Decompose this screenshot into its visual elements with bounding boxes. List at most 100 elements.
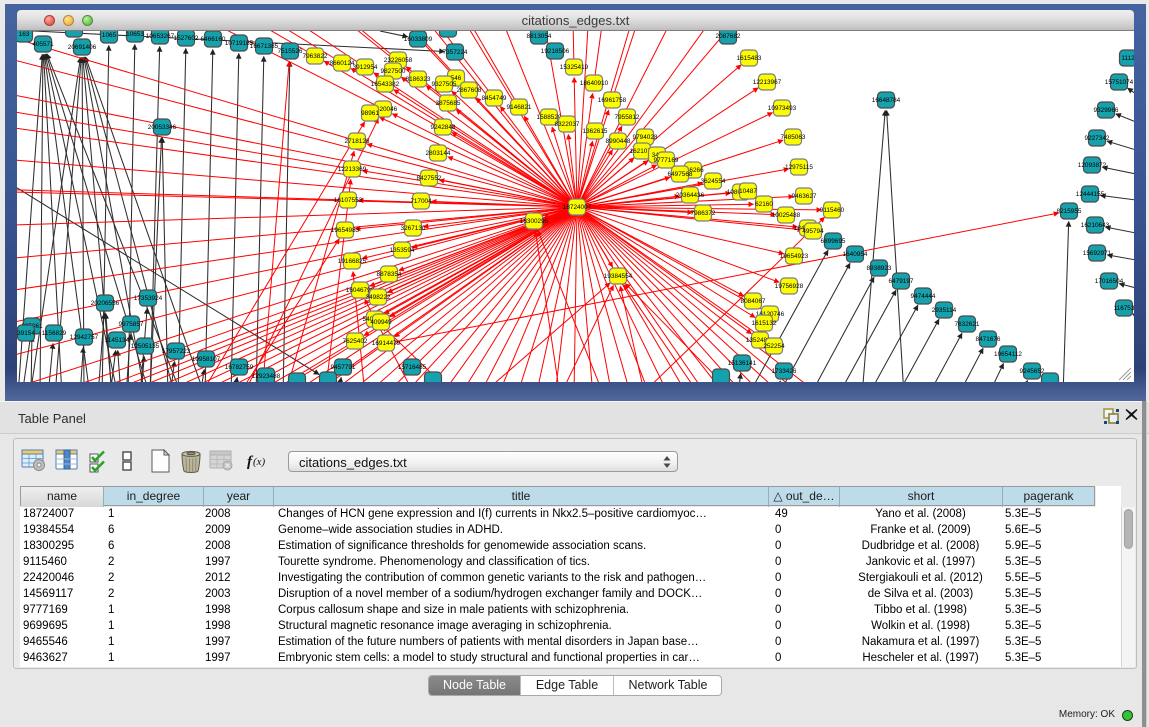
svg-text:20364436: 20364436 xyxy=(676,192,705,199)
svg-text:12505135: 12505135 xyxy=(131,343,160,350)
svg-text:3624554: 3624554 xyxy=(701,178,726,185)
svg-text:18300295: 18300295 xyxy=(520,218,549,225)
svg-text:6479197: 6479197 xyxy=(889,278,914,285)
svg-text:9115460: 9115460 xyxy=(820,207,845,214)
svg-text:9474444: 9474444 xyxy=(911,293,936,300)
svg-text:19218506: 19218506 xyxy=(541,48,570,55)
svg-text:12975115: 12975115 xyxy=(785,164,813,171)
svg-text:7955812: 7955812 xyxy=(615,114,640,121)
svg-text:15692971: 15692971 xyxy=(1083,250,1112,257)
svg-text:9794028: 9794028 xyxy=(633,134,658,141)
svg-text:12923488: 12923488 xyxy=(252,373,281,380)
svg-text:163: 163 xyxy=(443,31,454,33)
svg-text:1156829: 1156829 xyxy=(42,330,67,337)
svg-text:39154: 39154 xyxy=(17,330,35,337)
svg-text:8471676: 8471676 xyxy=(976,336,1001,343)
svg-text:17353924: 17353924 xyxy=(134,295,163,302)
svg-text:8322037: 8322037 xyxy=(555,121,580,128)
svg-text:16648784: 16648784 xyxy=(872,97,901,104)
svg-text:16210643: 16210643 xyxy=(1081,222,1110,229)
svg-text:7485063: 7485063 xyxy=(781,134,806,141)
svg-text:2935114: 2935114 xyxy=(932,307,957,314)
svg-text:9457791: 9457791 xyxy=(331,364,356,371)
svg-text:7632621: 7632621 xyxy=(955,321,980,328)
svg-text:8186323: 8186323 xyxy=(406,76,431,83)
svg-text:717004: 717004 xyxy=(410,198,432,205)
svg-text:8427552: 8427552 xyxy=(417,175,442,182)
svg-text:15325419: 15325419 xyxy=(560,64,589,71)
svg-text:19756928: 19756928 xyxy=(775,283,804,290)
svg-text:1362615: 1362615 xyxy=(583,128,608,135)
svg-text:10653267: 10653267 xyxy=(146,33,175,40)
svg-text:18640910: 18640910 xyxy=(580,80,609,87)
svg-text:8454749: 8454749 xyxy=(482,95,507,102)
svg-text:16033809: 16033809 xyxy=(404,36,433,43)
svg-text:163: 163 xyxy=(19,31,30,38)
svg-text:12942757: 12942757 xyxy=(70,334,99,341)
svg-text:8660124: 8660124 xyxy=(330,60,355,67)
svg-text:17016504: 17016504 xyxy=(1095,278,1124,285)
svg-text:2087682: 2087682 xyxy=(716,33,741,40)
svg-text:2867608: 2867608 xyxy=(457,87,482,94)
svg-text:16914479: 16914479 xyxy=(372,340,401,347)
svg-text:1112: 1112 xyxy=(1121,55,1134,62)
svg-text:98961: 98961 xyxy=(361,110,379,117)
svg-text:12093872: 12093872 xyxy=(1078,162,1107,169)
svg-text:7625402: 7625402 xyxy=(343,338,368,345)
svg-text:12213967: 12213967 xyxy=(753,79,782,86)
svg-text:16961758: 16961758 xyxy=(598,97,627,104)
svg-text:8990448: 8990448 xyxy=(606,138,631,145)
svg-text:8215955: 8215955 xyxy=(1057,208,1082,215)
svg-text:9329966: 9329966 xyxy=(1094,107,1119,114)
svg-text:10487: 10487 xyxy=(739,188,757,195)
svg-text:10958107: 10958107 xyxy=(192,356,221,363)
svg-text:9242848: 9242848 xyxy=(431,124,456,131)
svg-text:16782759: 16782759 xyxy=(225,364,254,371)
svg-text:16543382: 16543382 xyxy=(371,81,400,88)
svg-text:9227342: 9227342 xyxy=(1085,135,1110,142)
svg-text:15716485: 15716485 xyxy=(398,364,427,371)
svg-text:16671385: 16671385 xyxy=(250,43,279,50)
svg-text:7986372: 7986372 xyxy=(691,210,716,217)
svg-text:116753: 116753 xyxy=(1114,305,1134,312)
svg-text:8878354: 8878354 xyxy=(377,271,402,278)
svg-text:9975857: 9975857 xyxy=(119,321,144,328)
svg-text:20691406: 20691406 xyxy=(68,44,97,51)
svg-text:2803144: 2803144 xyxy=(426,150,451,157)
svg-text:(x): (x) xyxy=(253,456,266,468)
svg-text:1615483: 1615483 xyxy=(737,55,762,62)
svg-text:6497568: 6497568 xyxy=(668,171,693,178)
svg-text:9463627: 9463627 xyxy=(792,193,817,200)
svg-text:9327505: 9327505 xyxy=(432,81,457,88)
svg-text:16107553: 16107553 xyxy=(334,197,363,204)
svg-text:1065: 1065 xyxy=(102,32,117,39)
svg-text:9777169: 9777169 xyxy=(654,157,679,164)
svg-text:405571: 405571 xyxy=(32,41,54,48)
svg-text:3267130: 3267130 xyxy=(401,225,426,232)
svg-text:208: 208 xyxy=(69,31,80,33)
svg-text:8813054: 8813054 xyxy=(527,33,552,40)
svg-text:19384554: 19384554 xyxy=(604,273,633,280)
svg-text:7357224: 7357224 xyxy=(443,49,468,56)
svg-text:12213369: 12213369 xyxy=(338,166,367,173)
svg-text:1640954: 1640954 xyxy=(843,251,868,258)
svg-text:3875685: 3875685 xyxy=(436,100,461,107)
svg-text:1527602: 1527602 xyxy=(174,35,199,42)
svg-text:7963822: 7963822 xyxy=(303,53,328,60)
svg-text:19654983: 19654983 xyxy=(331,227,360,234)
svg-text:10654112: 10654112 xyxy=(994,351,1022,358)
svg-text:1733426: 1733426 xyxy=(772,368,797,375)
svg-text:1615132: 1615132 xyxy=(752,320,777,327)
svg-text:12444155: 12444155 xyxy=(1076,191,1105,198)
svg-text:10973493: 10973493 xyxy=(768,105,797,112)
svg-text:3498222: 3498222 xyxy=(366,294,391,301)
svg-text:252254: 252254 xyxy=(763,343,785,350)
svg-text:18724007: 18724007 xyxy=(563,204,592,211)
svg-text:19654923: 19654923 xyxy=(780,253,809,260)
svg-text:20053346: 20053346 xyxy=(148,124,177,131)
svg-text:409949: 409949 xyxy=(370,319,392,326)
svg-text:19166825: 19166825 xyxy=(338,258,367,265)
svg-text:1353594: 1353594 xyxy=(390,247,415,254)
svg-text:1145134: 1145134 xyxy=(105,337,130,344)
svg-text:7515526: 7515526 xyxy=(278,48,303,55)
